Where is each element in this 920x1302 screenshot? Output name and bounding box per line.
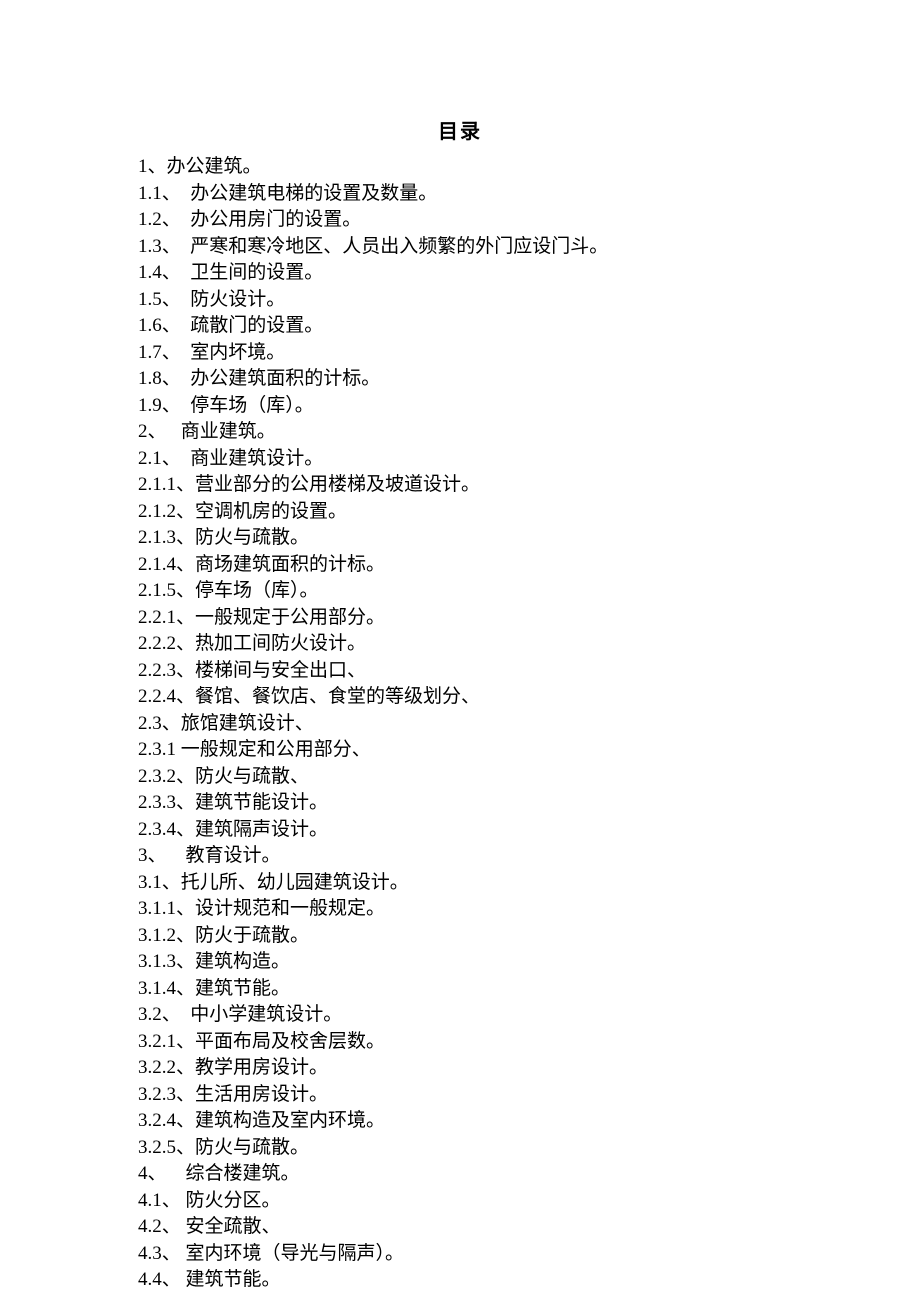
toc-entry: 1.8、 办公建筑面积的计标。: [138, 366, 782, 393]
toc-entry: 2.1、 商业建筑设计。: [138, 446, 782, 473]
toc-entry: 1、办公建筑。: [138, 154, 782, 181]
toc-entry: 3.2、 中小学建筑设计。: [138, 1002, 782, 1029]
toc-entry: 3.2.2、教学用房设计。: [138, 1055, 782, 1082]
toc-entry: 2.1.4、商场建筑面积的计标。: [138, 552, 782, 579]
toc-entry: 3.1、托儿所、幼儿园建筑设计。: [138, 870, 782, 897]
toc-entry: 3.2.5、防火与疏散。: [138, 1135, 782, 1162]
toc-entry: 3、 教育设计。: [138, 843, 782, 870]
toc-list: 1、办公建筑。1.1、 办公建筑电梯的设置及数量。1.2、 办公用房门的设置。1…: [138, 154, 782, 1294]
toc-entry: 2.2.1、一般规定于公用部分。: [138, 605, 782, 632]
toc-entry: 1.3、 严寒和寒冷地区、人员出入频繁的外门应设门斗。: [138, 234, 782, 261]
toc-entry: 4.4、 建筑节能。: [138, 1267, 782, 1294]
toc-entry: 1.7、 室内坏境。: [138, 340, 782, 367]
toc-entry: 2.3.3、建筑节能设计。: [138, 790, 782, 817]
toc-entry: 2.3、旅馆建筑设计、: [138, 711, 782, 738]
toc-entry: 2.1.2、空调机房的设置。: [138, 499, 782, 526]
toc-entry: 3.1.4、建筑节能。: [138, 976, 782, 1003]
toc-entry: 3.1.1、设计规范和一般规定。: [138, 896, 782, 923]
toc-entry: 2.3.4、建筑隔声设计。: [138, 817, 782, 844]
toc-entry: 3.2.3、生活用房设计。: [138, 1082, 782, 1109]
toc-entry: 3.2.4、建筑构造及室内环境。: [138, 1108, 782, 1135]
toc-entry: 3.1.2、防火于疏散。: [138, 923, 782, 950]
toc-entry: 1.4、 卫生间的设置。: [138, 260, 782, 287]
toc-entry: 2.2.2、热加工间防火设计。: [138, 631, 782, 658]
toc-entry: 1.9、 停车场（库）。: [138, 393, 782, 420]
toc-entry: 4.3、 室内环境（导光与隔声）。: [138, 1241, 782, 1268]
toc-entry: 2.1.5、停车场（库）。: [138, 578, 782, 605]
toc-entry: 1.2、 办公用房门的设置。: [138, 207, 782, 234]
toc-entry: 1.5、 防火设计。: [138, 287, 782, 314]
toc-entry: 4、 综合楼建筑。: [138, 1161, 782, 1188]
toc-entry: 4.2、 安全疏散、: [138, 1214, 782, 1241]
document-page: 目录 1、办公建筑。1.1、 办公建筑电梯的设置及数量。1.2、 办公用房门的设…: [0, 0, 920, 1294]
toc-entry: 2.2.3、楼梯间与安全出口、: [138, 658, 782, 685]
toc-entry: 4.1、 防火分区。: [138, 1188, 782, 1215]
page-title: 目录: [138, 115, 782, 144]
toc-entry: 2.3.1 一般规定和公用部分、: [138, 737, 782, 764]
toc-entry: 2、 商业建筑。: [138, 419, 782, 446]
toc-entry: 2.2.4、餐馆、餐饮店、食堂的等级划分、: [138, 684, 782, 711]
toc-entry: 1.6、 疏散门的设置。: [138, 313, 782, 340]
toc-entry: 2.1.3、防火与疏散。: [138, 525, 782, 552]
toc-entry: 2.3.2、防火与疏散、: [138, 764, 782, 791]
toc-entry: 3.1.3、建筑构造。: [138, 949, 782, 976]
toc-entry: 3.2.1、平面布局及校舍层数。: [138, 1029, 782, 1056]
toc-entry: 1.1、 办公建筑电梯的设置及数量。: [138, 181, 782, 208]
toc-entry: 2.1.1、营业部分的公用楼梯及坡道设计。: [138, 472, 782, 499]
